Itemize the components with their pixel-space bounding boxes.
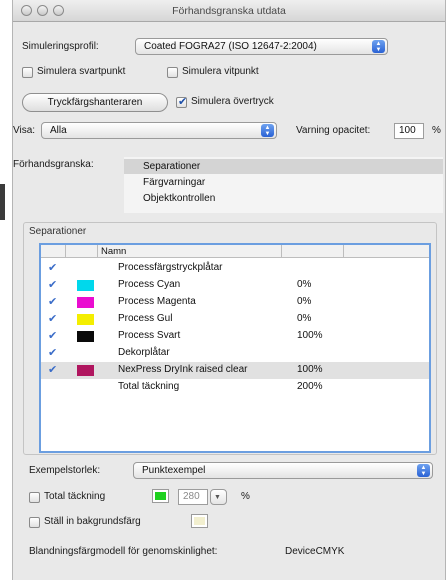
color-swatch <box>77 297 94 308</box>
profile-select[interactable]: Coated FOGRA27 (ISO 12647-2:2004) ▲ ▼ <box>135 38 388 55</box>
plate-visible-checkbox[interactable] <box>48 295 59 308</box>
table-row[interactable]: Process Magenta 0% <box>41 294 429 311</box>
plate-visible-checkbox[interactable] <box>48 346 59 359</box>
show-value: Alla <box>50 125 67 136</box>
plate-percent: 0% <box>297 313 312 324</box>
preview-label: Förhandsgranska: <box>13 159 94 170</box>
total-coverage-input[interactable]: 280 <box>178 489 208 505</box>
table-header: Namn <box>41 245 429 258</box>
simulate-overprint-checkbox[interactable] <box>176 95 187 108</box>
table-row-selected[interactable]: NexPress DryInk raised clear 100% <box>41 362 429 379</box>
sample-size-value: Punktexempel <box>142 465 206 476</box>
plate-percent: 100% <box>297 330 323 341</box>
column-header-name[interactable]: Namn <box>101 246 126 257</box>
updown-arrows-icon: ▲ ▼ <box>417 464 430 477</box>
plate-visible-checkbox[interactable] <box>48 278 59 291</box>
plate-visible-checkbox[interactable] <box>48 363 59 376</box>
background-window-edge <box>0 184 5 220</box>
table-row[interactable]: Process Cyan 0% <box>41 277 429 294</box>
preview-item-separations[interactable]: Separationer <box>124 159 443 174</box>
total-coverage-label: Total täckning <box>44 491 106 502</box>
sample-size-select[interactable]: Punktexempel ▲ ▼ <box>133 462 433 479</box>
title-bar[interactable]: Förhandsgranska utdata <box>13 0 445 22</box>
preview-item-object-inspector[interactable]: Objektkontrollen <box>124 191 443 206</box>
simulate-white-checkbox[interactable] <box>167 67 178 78</box>
simulate-overprint-label: Simulera övertryck <box>191 96 274 107</box>
warning-opacity-unit: % <box>432 125 441 136</box>
total-coverage-unit: % <box>241 491 250 502</box>
window-title: Förhandsgranska utdata <box>172 5 286 17</box>
plate-name: Process Magenta <box>118 296 196 307</box>
plate-name: Process Svart <box>118 330 181 341</box>
plate-percent: 100% <box>297 364 323 375</box>
preview-list: Separationer Färgvarningar Objektkontrol… <box>124 157 443 213</box>
background-color-label: Ställ in bakgrundsfärg <box>44 516 141 527</box>
table-row[interactable]: Total täckning 200% <box>41 379 429 396</box>
table-row[interactable]: Process Gul 0% <box>41 311 429 328</box>
table-row[interactable]: Dekorplåtar <box>41 345 429 362</box>
show-label: Visa: <box>13 125 36 136</box>
plate-percent: 0% <box>297 296 312 307</box>
table-row[interactable]: Processfärgstryckplåtar <box>41 260 429 277</box>
plate-percent: 200% <box>297 381 323 392</box>
output-preview-panel: Förhandsgranska utdata Simuleringsprofil… <box>12 0 446 580</box>
blend-model-value: DeviceCMYK <box>285 546 345 557</box>
plate-name: NexPress DryInk raised clear <box>118 364 248 375</box>
plate-name: Process Cyan <box>118 279 181 290</box>
plate-percent: 0% <box>297 279 312 290</box>
chevron-down-icon: ▼ <box>214 494 221 501</box>
separations-table: Namn Processfärgstryckplåtar Process Cya… <box>39 243 431 453</box>
table-row[interactable]: Process Svart 100% <box>41 328 429 345</box>
plate-name: Total täckning <box>118 381 180 392</box>
plate-name: Processfärgstryckplåtar <box>118 262 223 273</box>
profile-label: Simuleringsprofil: <box>22 41 99 52</box>
background-color-checkbox[interactable] <box>29 517 40 528</box>
color-swatch <box>77 314 94 325</box>
sample-size-label: Exempelstorlek: <box>29 465 101 476</box>
updown-arrows-icon: ▲ ▼ <box>372 40 385 53</box>
plate-visible-checkbox[interactable] <box>48 261 59 274</box>
plate-visible-checkbox[interactable] <box>48 312 59 325</box>
plate-name: Process Gul <box>118 313 173 324</box>
warning-opacity-label: Varning opacitet: <box>296 125 371 136</box>
profile-value: Coated FOGRA27 (ISO 12647-2:2004) <box>144 41 317 52</box>
separations-title: Separationer <box>29 226 87 237</box>
warning-opacity-input[interactable]: 100 <box>394 123 424 139</box>
blend-model-label: Blandningsfärgmodell för genomskinlighet… <box>29 546 218 557</box>
total-coverage-color[interactable] <box>152 489 169 503</box>
ink-manager-button[interactable]: Tryckfärgshanteraren <box>22 93 168 112</box>
show-select[interactable]: Alla ▲ ▼ <box>41 122 277 139</box>
color-swatch <box>77 331 94 342</box>
color-swatch <box>77 280 94 291</box>
background-color-swatch[interactable] <box>191 514 208 528</box>
preview-item-color-warnings[interactable]: Färgvarningar <box>124 175 443 190</box>
color-swatch <box>77 365 94 376</box>
simulate-black-checkbox[interactable] <box>22 67 33 78</box>
plate-name: Dekorplåtar <box>118 347 170 358</box>
updown-arrows-icon: ▲ ▼ <box>261 124 274 137</box>
simulate-white-label: Simulera vitpunkt <box>182 66 259 77</box>
total-coverage-checkbox[interactable] <box>29 492 40 503</box>
total-coverage-dropdown[interactable]: ▼ <box>210 489 227 505</box>
plate-visible-checkbox[interactable] <box>48 329 59 342</box>
simulate-black-label: Simulera svartpunkt <box>37 66 126 77</box>
